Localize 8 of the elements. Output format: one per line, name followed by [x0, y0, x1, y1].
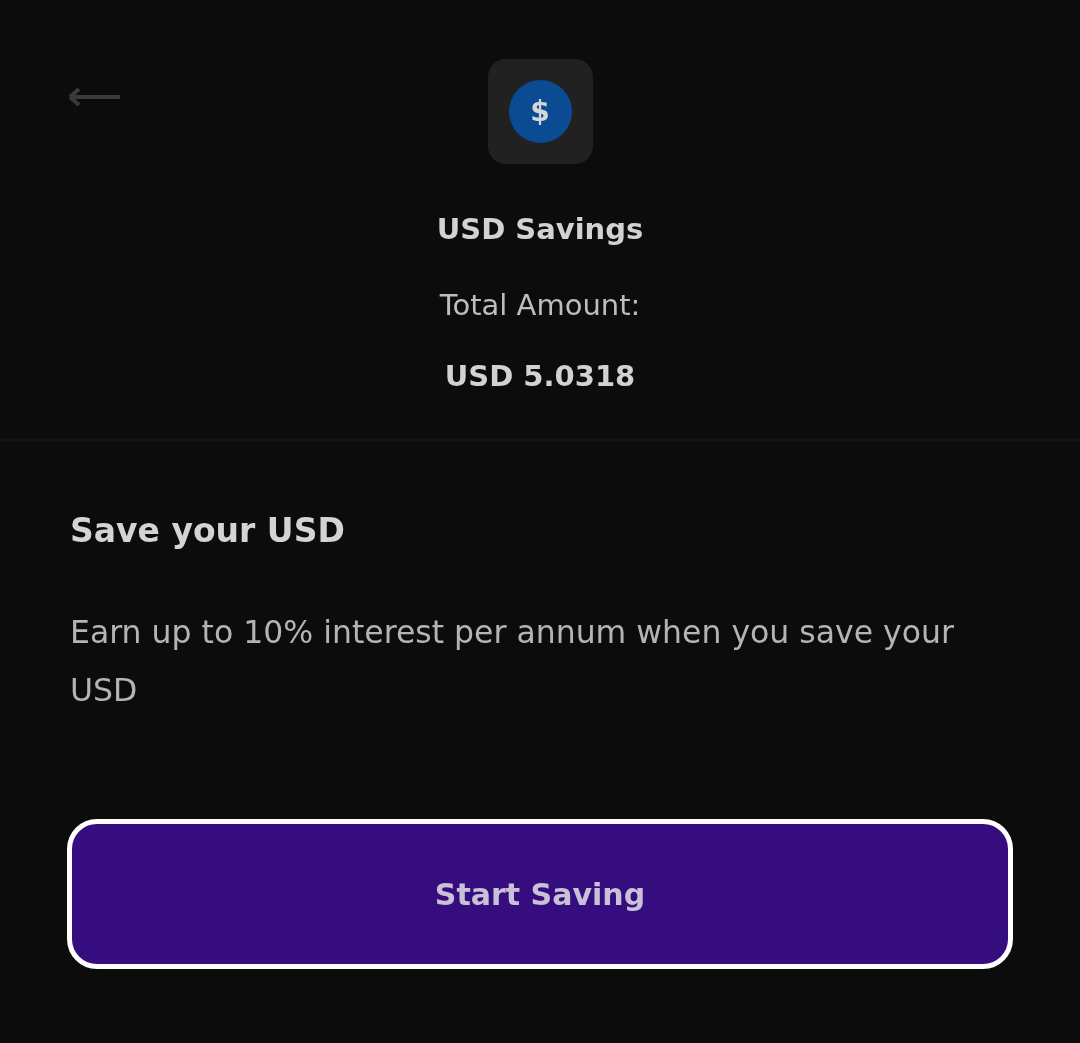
total-amount-label: Total Amount: [439, 287, 641, 324]
start-saving-button[interactable]: Start Saving [67, 819, 1013, 969]
account-title: USD Savings [436, 211, 644, 248]
section-heading: Save your USD [70, 510, 346, 552]
back-arrow-icon[interactable] [68, 87, 122, 107]
section-description: Earn up to 10% interest per annum when you save your USD [70, 613, 955, 710]
total-amount-value: USD 5.0318 [444, 358, 636, 395]
dollar-coin-icon: $ [487, 59, 593, 164]
